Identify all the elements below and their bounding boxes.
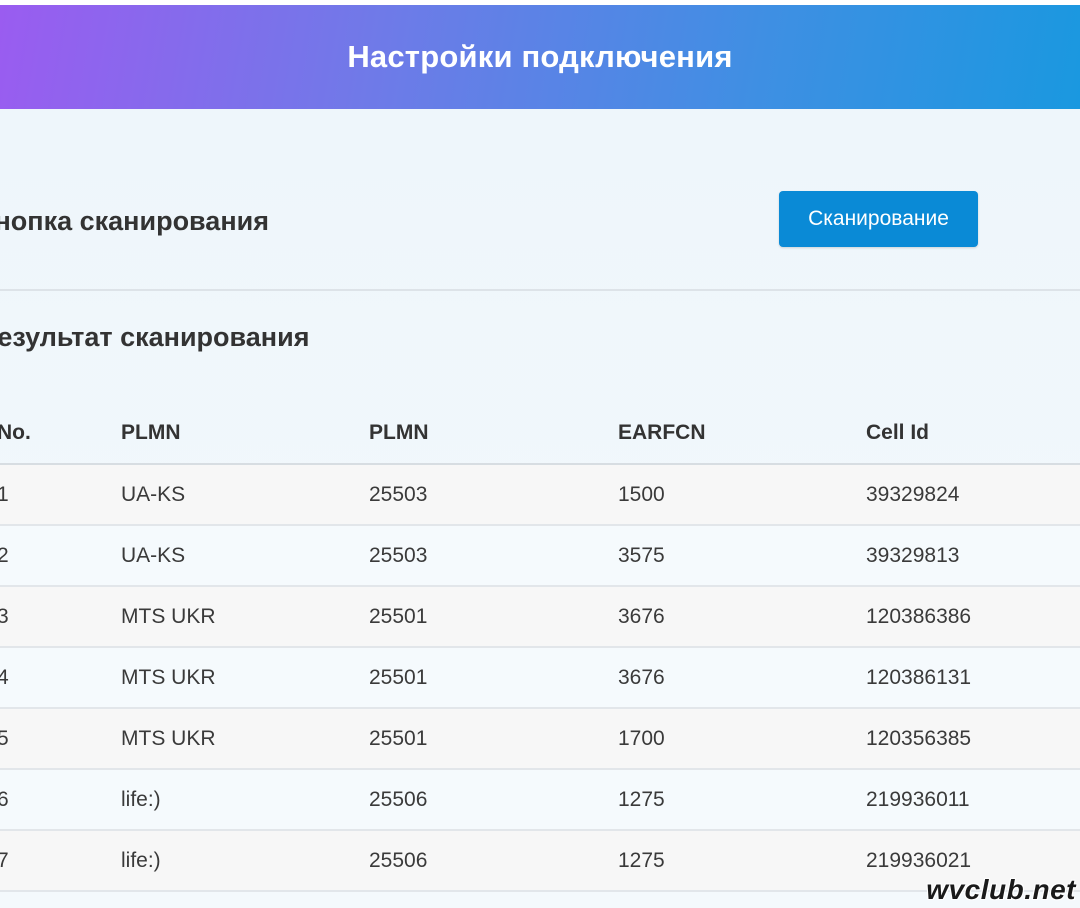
- cell-plmn-name: UA-KS: [121, 483, 186, 506]
- column-header-plmn-name: PLMN: [121, 421, 181, 444]
- scan-label: Кнопка сканирования: [0, 206, 269, 236]
- watermark: wvclub.net: [926, 874, 1076, 905]
- cell-earfcn: 1500: [618, 483, 665, 506]
- cell-plmn-code: 25501: [369, 605, 428, 628]
- table-row: 4 MTS UKR 25501 3676 120386131: [0, 648, 1080, 709]
- cell-earfcn: 1700: [618, 727, 665, 750]
- cell-plmn-name: UA-KS: [121, 544, 186, 567]
- scan-results-table: No. PLMN PLMN EARFCN Cell Id 1 UA-KS 255…: [0, 405, 1080, 892]
- cell-plmn-code: 25506: [369, 849, 428, 872]
- cell-cell-id: 120356385: [866, 727, 972, 750]
- column-header-no: No.: [0, 421, 31, 444]
- cell-no: 7: [0, 849, 9, 872]
- cell-earfcn: 1275: [618, 849, 665, 872]
- table-row: 2 UA-KS 25503 3575 39329813: [0, 526, 1080, 587]
- scan-button[interactable]: Сканирование: [779, 191, 978, 247]
- section-divider: [0, 289, 1080, 291]
- cell-earfcn: 3575: [618, 544, 665, 567]
- column-header-plmn-code: PLMN: [369, 421, 429, 444]
- cell-no: 6: [0, 788, 9, 811]
- table-header: No. PLMN PLMN EARFCN Cell Id: [0, 405, 1080, 465]
- cell-plmn-name: MTS UKR: [121, 605, 216, 628]
- cell-cell-id: 39329813: [866, 544, 960, 567]
- scan-section: Кнопка сканирования Сканирование: [0, 109, 1080, 289]
- main-content: Кнопка сканирования Сканирование Результ…: [0, 109, 1080, 908]
- cell-plmn-name: life:): [121, 849, 161, 872]
- cell-plmn-name: MTS UKR: [121, 666, 216, 689]
- cell-no: 4: [0, 666, 9, 689]
- cell-plmn-code: 25501: [369, 727, 428, 750]
- cell-earfcn: 3676: [618, 605, 665, 628]
- page-title: Настройки подключения: [347, 39, 733, 74]
- page-header: Настройки подключения: [0, 5, 1080, 109]
- cell-plmn-code: 25506: [369, 788, 428, 811]
- cell-plmn-code: 25503: [369, 483, 428, 506]
- column-header-cell-id: Cell Id: [866, 421, 930, 444]
- cell-no: 2: [0, 544, 9, 567]
- cell-plmn-name: MTS UKR: [121, 727, 216, 750]
- cell-plmn-code: 25501: [369, 666, 428, 689]
- cell-no: 3: [0, 605, 9, 628]
- table-row: 7 life:) 25506 1275 219936021: [0, 831, 1080, 892]
- cell-cell-id: 39329824: [866, 483, 960, 506]
- cell-no: 1: [0, 483, 9, 506]
- table-row: 3 MTS UKR 25501 3676 120386386: [0, 587, 1080, 648]
- cell-earfcn: 3676: [618, 666, 665, 689]
- cell-plmn-name: life:): [121, 788, 161, 811]
- table-row: 6 life:) 25506 1275 219936011: [0, 770, 1080, 831]
- cell-cell-id: 120386131: [866, 666, 972, 689]
- column-header-earfcn: EARFCN: [618, 421, 706, 444]
- table-row: 5 MTS UKR 25501 1700 120356385: [0, 709, 1080, 770]
- cell-cell-id: 219936021: [866, 849, 972, 872]
- cell-earfcn: 1275: [618, 788, 665, 811]
- cell-cell-id: 120386386: [866, 605, 972, 628]
- cell-cell-id: 219936011: [866, 788, 970, 811]
- cell-plmn-code: 25503: [369, 544, 428, 567]
- scan-result-title: Результат сканирования: [0, 322, 310, 352]
- cell-no: 5: [0, 727, 9, 750]
- table-row: 1 UA-KS 25503 1500 39329824: [0, 465, 1080, 526]
